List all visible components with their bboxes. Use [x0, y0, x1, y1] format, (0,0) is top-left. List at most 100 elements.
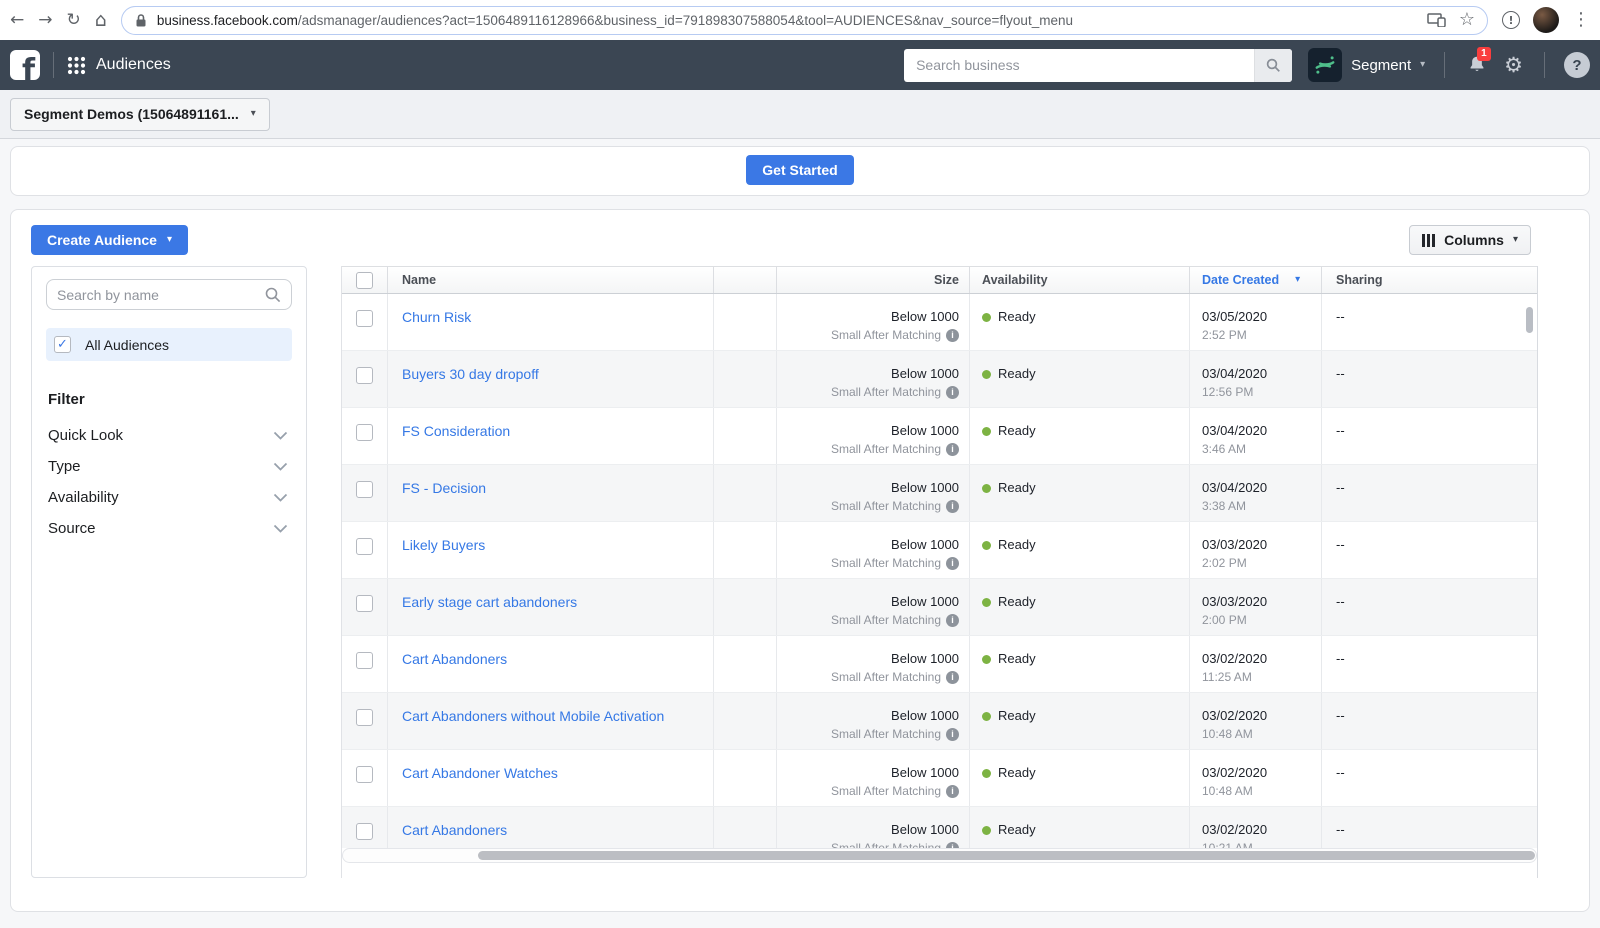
horizontal-scrollbar[interactable]: [342, 848, 1537, 863]
segment-logo: [1308, 48, 1342, 82]
time-created: 11:25 AM: [1202, 668, 1321, 686]
row-checkbox[interactable]: [356, 538, 373, 555]
header-spacer: [714, 267, 777, 293]
row-checkbox[interactable]: [356, 766, 373, 783]
info-icon[interactable]: i: [946, 443, 959, 456]
row-checkbox[interactable]: [356, 481, 373, 498]
horizontal-scrollbar-thumb[interactable]: [478, 851, 1535, 860]
header-size[interactable]: Size: [777, 267, 970, 293]
all-audiences-checkbox[interactable]: ✓: [54, 336, 71, 353]
audience-name-link[interactable]: Early stage cart abandoners: [402, 594, 577, 610]
audience-size-note: Small After Matching: [831, 668, 941, 686]
audiences-toolbar: Create Audience ▾ Columns ▾: [11, 225, 1589, 255]
row-checkbox[interactable]: [356, 823, 373, 840]
filter-item[interactable]: Quick Look: [46, 420, 292, 451]
page-title: Audiences: [96, 56, 171, 74]
search-icon[interactable]: [1254, 49, 1292, 82]
info-icon[interactable]: i: [946, 614, 959, 627]
header-name[interactable]: Name: [388, 267, 714, 293]
status-dot-icon: [982, 655, 991, 664]
row-checkbox[interactable]: [356, 367, 373, 384]
audience-row: Cart Abandoners Below 1000 Small After M…: [342, 636, 1537, 693]
status-dot-icon: [982, 427, 991, 436]
info-icon[interactable]: i: [946, 671, 959, 684]
audience-name-link[interactable]: Cart Abandoners: [402, 822, 507, 838]
search-icon: [265, 287, 281, 303]
filter-item[interactable]: Type: [46, 451, 292, 482]
audience-name-link[interactable]: Likely Buyers: [402, 537, 485, 553]
row-spacer: [714, 351, 777, 407]
audience-size: Below 1000: [777, 821, 959, 839]
date-created: 03/04/2020: [1202, 479, 1321, 497]
filter-item[interactable]: Source: [46, 513, 292, 544]
home-icon[interactable]: ⌂: [95, 11, 107, 30]
header-sharing[interactable]: Sharing: [1322, 267, 1537, 293]
help-button[interactable]: ?: [1564, 52, 1590, 78]
sharing-value: --: [1336, 594, 1345, 609]
date-created: 03/03/2020: [1202, 593, 1321, 611]
facebook-logo[interactable]: f: [10, 50, 40, 80]
sharing-value: --: [1336, 708, 1345, 723]
info-icon[interactable]: i: [946, 785, 959, 798]
settings-button[interactable]: ⚙: [1504, 53, 1523, 77]
info-icon[interactable]: i: [946, 329, 959, 342]
reload-icon[interactable]: ↻: [67, 12, 81, 29]
info-icon[interactable]: i: [946, 557, 959, 570]
audience-name-link[interactable]: FS Consideration: [402, 423, 510, 439]
filter-item[interactable]: Availability: [46, 482, 292, 513]
forward-icon[interactable]: →: [38, 12, 52, 29]
audience-row: FS Consideration Below 1000 Small After …: [342, 408, 1537, 465]
row-checkbox[interactable]: [356, 652, 373, 669]
select-all-checkbox[interactable]: [356, 272, 373, 289]
row-checkbox[interactable]: [356, 424, 373, 441]
get-started-button[interactable]: Get Started: [746, 155, 853, 185]
help-icon: ?: [1572, 57, 1581, 74]
audience-name-link[interactable]: FS - Decision: [402, 480, 486, 496]
notifications-button[interactable]: 1: [1466, 54, 1488, 76]
audience-size-note: Small After Matching: [831, 554, 941, 572]
columns-button[interactable]: Columns ▾: [1409, 225, 1531, 255]
info-icon[interactable]: i: [946, 386, 959, 399]
back-icon[interactable]: ←: [10, 12, 24, 29]
audience-size: Below 1000: [777, 536, 959, 554]
vertical-scrollbar-thumb[interactable]: [1526, 307, 1533, 333]
date-created: 03/05/2020: [1202, 308, 1321, 326]
gear-icon: ⚙: [1504, 53, 1523, 77]
all-audiences-toggle[interactable]: ✓ All Audiences: [46, 328, 292, 361]
divider: [1544, 52, 1545, 78]
extension-alert-icon[interactable]: !: [1502, 11, 1520, 29]
audience-name-link[interactable]: Buyers 30 day dropoff: [402, 366, 539, 382]
date-created: 03/04/2020: [1202, 422, 1321, 440]
bookmark-star-icon[interactable]: ☆: [1459, 11, 1475, 29]
header-availability[interactable]: Availability: [970, 267, 1190, 293]
filter-item-label: Type: [48, 458, 81, 475]
name-search-input[interactable]: [57, 287, 257, 303]
business-search-input[interactable]: [904, 57, 1254, 73]
availability-status: Ready: [998, 365, 1036, 383]
app-grid-icon[interactable]: [67, 56, 86, 75]
business-switcher[interactable]: Segment ▾: [1308, 48, 1425, 82]
send-to-devices-icon[interactable]: [1427, 13, 1447, 27]
audience-size: Below 1000: [777, 593, 959, 611]
address-bar[interactable]: business.facebook.com/adsmanager/audienc…: [121, 6, 1488, 35]
audience-name-link[interactable]: Cart Abandoners without Mobile Activatio…: [402, 708, 664, 724]
browser-profile-avatar[interactable]: [1533, 7, 1559, 33]
audience-name-link[interactable]: Cart Abandoner Watches: [402, 765, 558, 781]
header-date-created[interactable]: Date Created▾: [1190, 267, 1322, 293]
audience-name-link[interactable]: Churn Risk: [402, 309, 471, 325]
ad-account-selector[interactable]: Segment Demos (15064891161... ▾: [10, 98, 270, 131]
table-body: Churn Risk Below 1000 Small After Matchi…: [342, 294, 1537, 848]
time-created: 10:21 AM: [1202, 839, 1321, 848]
row-checkbox[interactable]: [356, 595, 373, 612]
filter-item-label: Quick Look: [48, 427, 123, 444]
chevron-down-icon: [273, 462, 288, 471]
create-audience-button[interactable]: Create Audience ▾: [31, 225, 188, 255]
info-icon[interactable]: i: [946, 728, 959, 741]
audience-size-note: Small After Matching: [831, 440, 941, 458]
browser-menu-icon[interactable]: ⋮: [1572, 11, 1590, 29]
row-checkbox[interactable]: [356, 310, 373, 327]
status-dot-icon: [982, 313, 991, 322]
info-icon[interactable]: i: [946, 500, 959, 513]
audience-name-link[interactable]: Cart Abandoners: [402, 651, 507, 667]
row-checkbox[interactable]: [356, 709, 373, 726]
